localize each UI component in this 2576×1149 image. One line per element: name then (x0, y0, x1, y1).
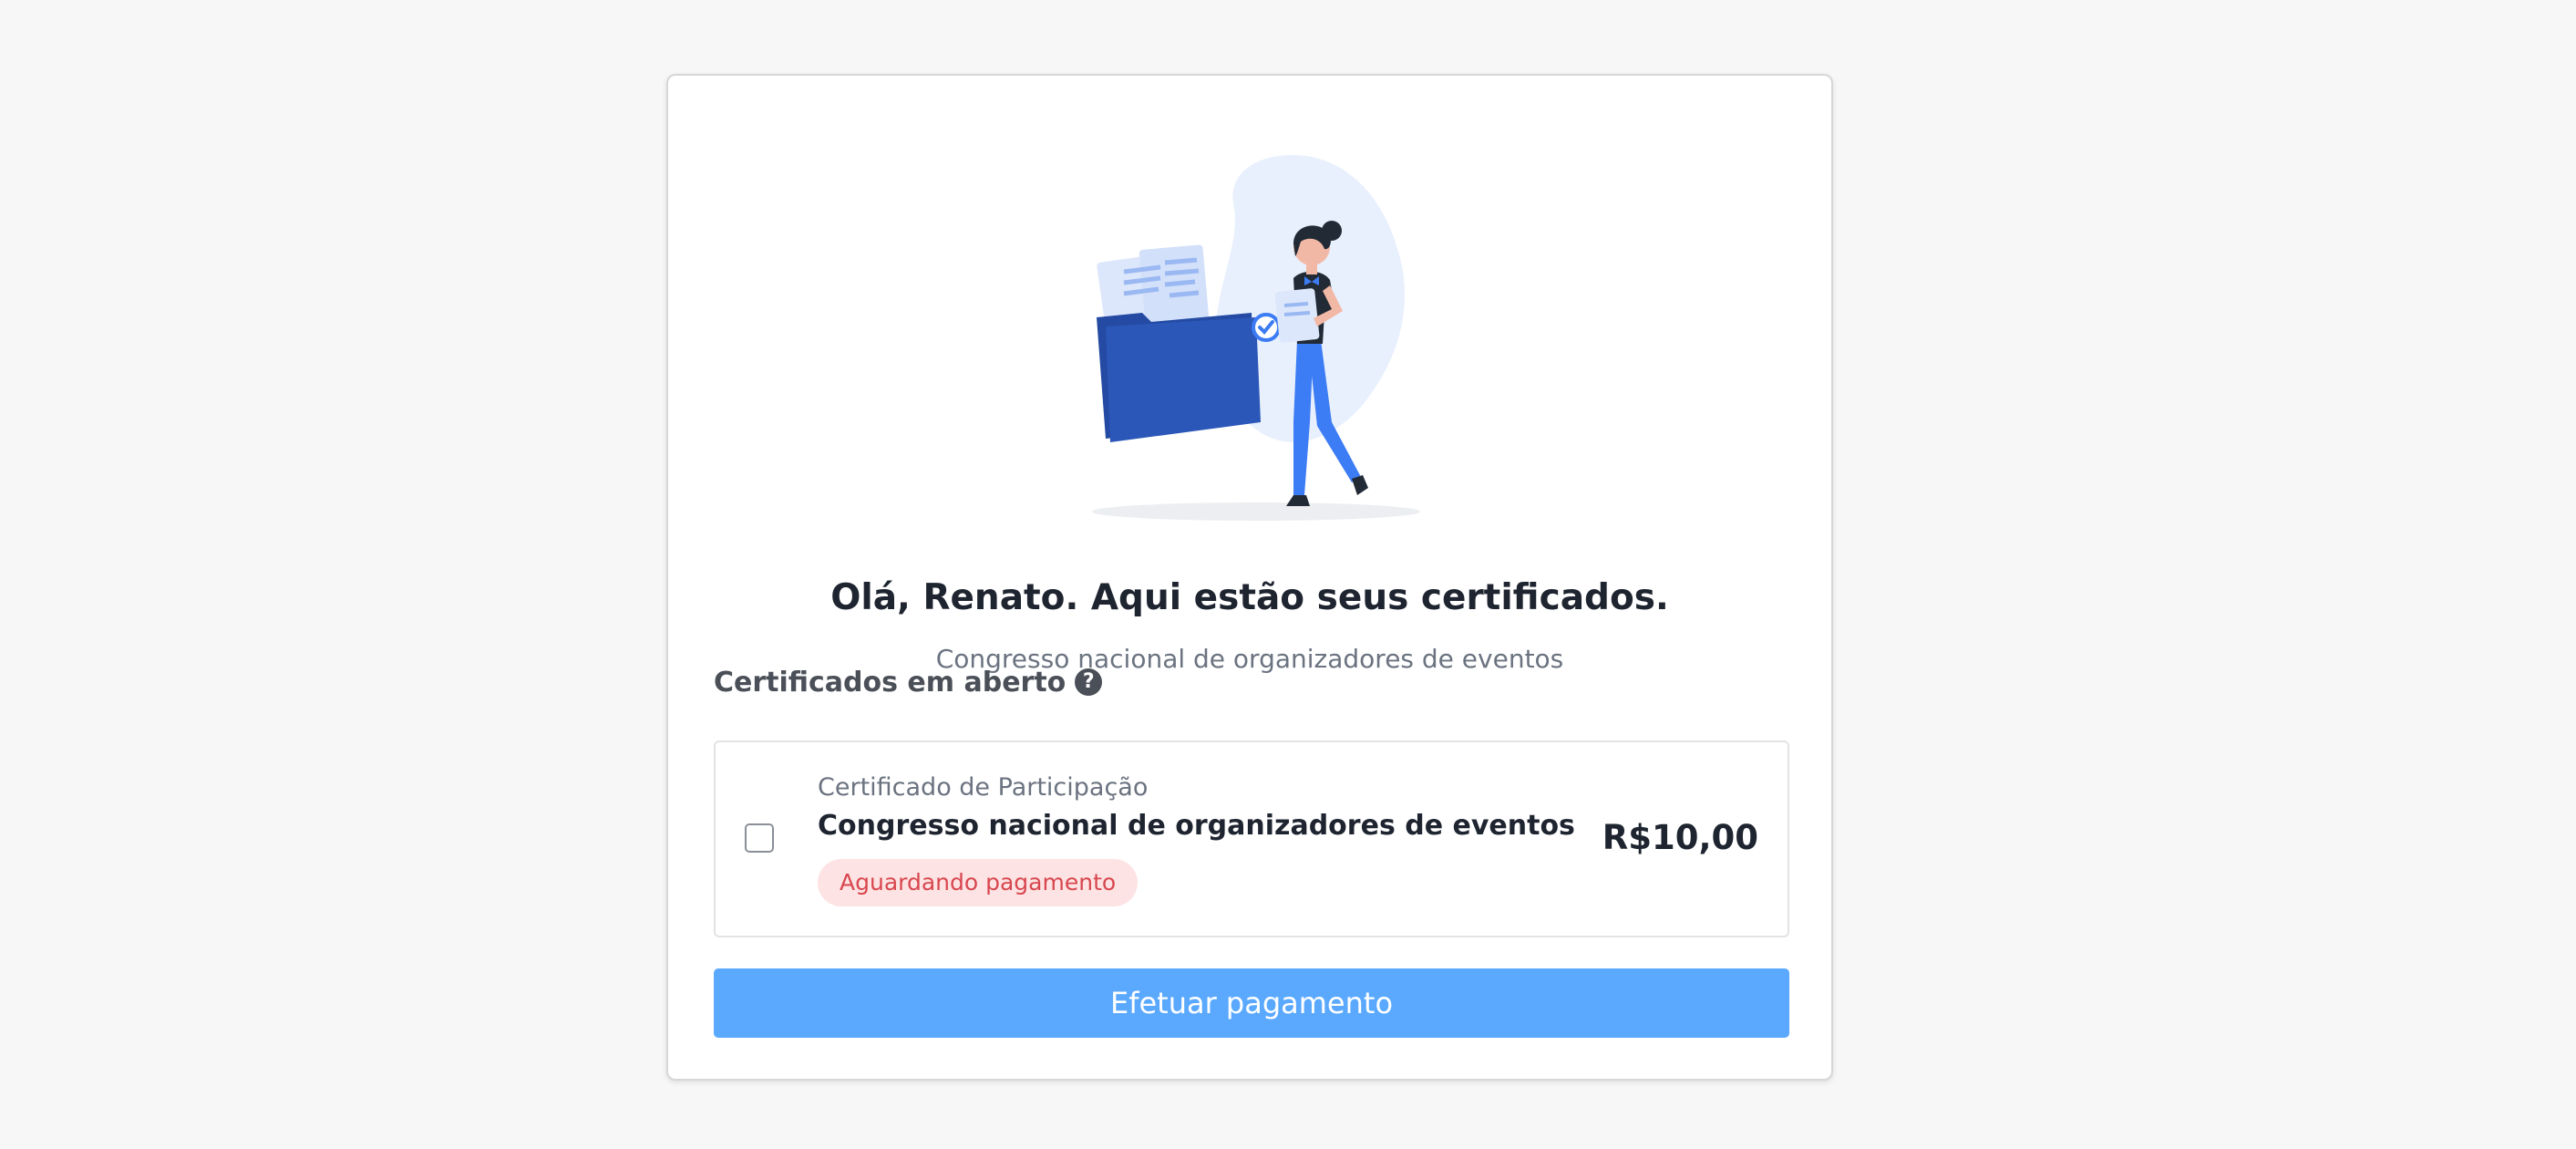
question-circle-icon[interactable]: ? (1075, 668, 1103, 696)
page-title: Olá, Renato. Aqui estão seus certificado… (830, 577, 1669, 618)
status-badge: Aguardando pagamento (818, 859, 1139, 906)
certificate-price: R$10,00 (1602, 818, 1758, 857)
pay-button[interactable]: Efetuar pagamento (714, 968, 1789, 1038)
certificate-type: Certificado de Participação (818, 773, 1149, 802)
certificate-item[interactable]: Certificado de Participação Congresso na… (714, 740, 1789, 937)
certificate-name: Congresso nacional de organizadores de e… (818, 810, 1575, 842)
certificate-folder-illustration (1092, 154, 1420, 521)
section-heading-label: Certificados em aberto (714, 666, 1066, 699)
certificate-checkbox[interactable] (745, 823, 774, 853)
section-heading: Certificados em aberto ? (714, 659, 1103, 705)
certificates-card: Olá, Renato. Aqui estão seus certificado… (666, 74, 1833, 1081)
